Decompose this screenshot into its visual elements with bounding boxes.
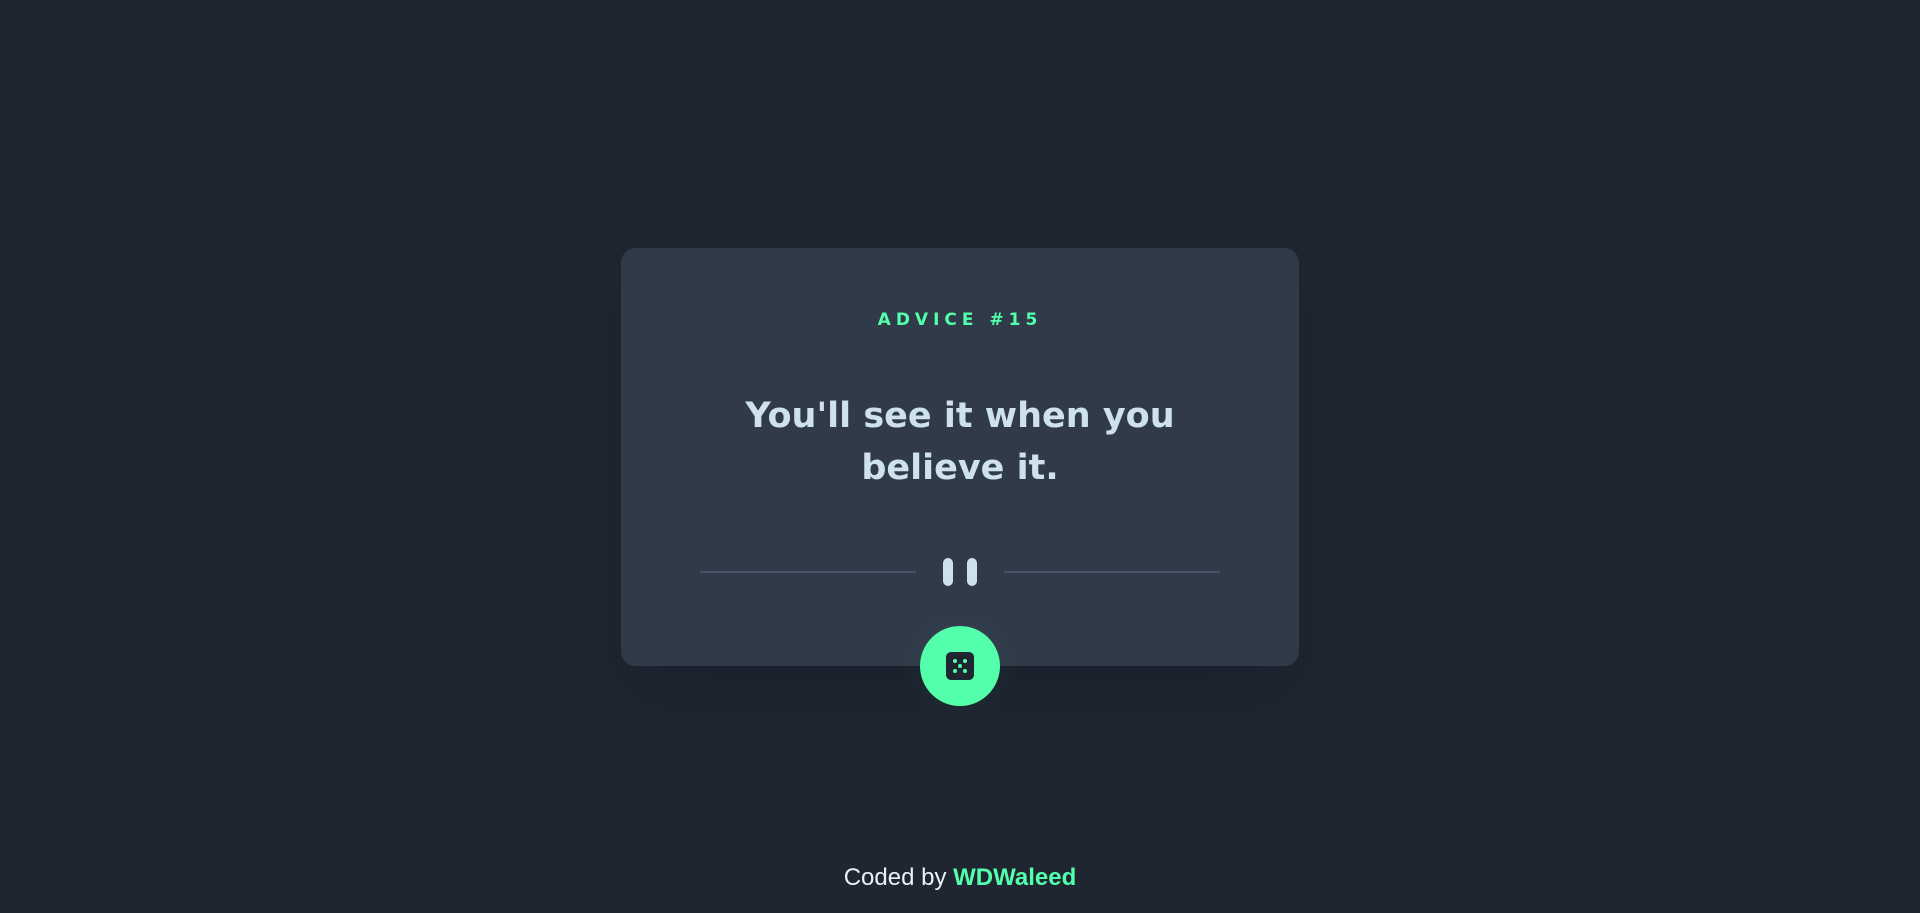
page: { "advice": { "heading": "ADVICE #15", "… [0, 0, 1920, 913]
pause-bar-right [967, 558, 977, 586]
pause-bar-left [943, 558, 953, 586]
pause-divider-icon [700, 558, 1220, 586]
footer-prefix: Coded by [843, 864, 947, 891]
dice-icon [946, 652, 974, 680]
advice-heading: ADVICE #15 [877, 310, 1043, 330]
new-advice-button[interactable] [920, 626, 1000, 706]
author-link[interactable]: WDWaleed [953, 864, 1076, 891]
footer-credit: Coded by WDWaleed [0, 862, 1920, 894]
advice-quote: You'll see it when you believe it. [745, 396, 1175, 488]
